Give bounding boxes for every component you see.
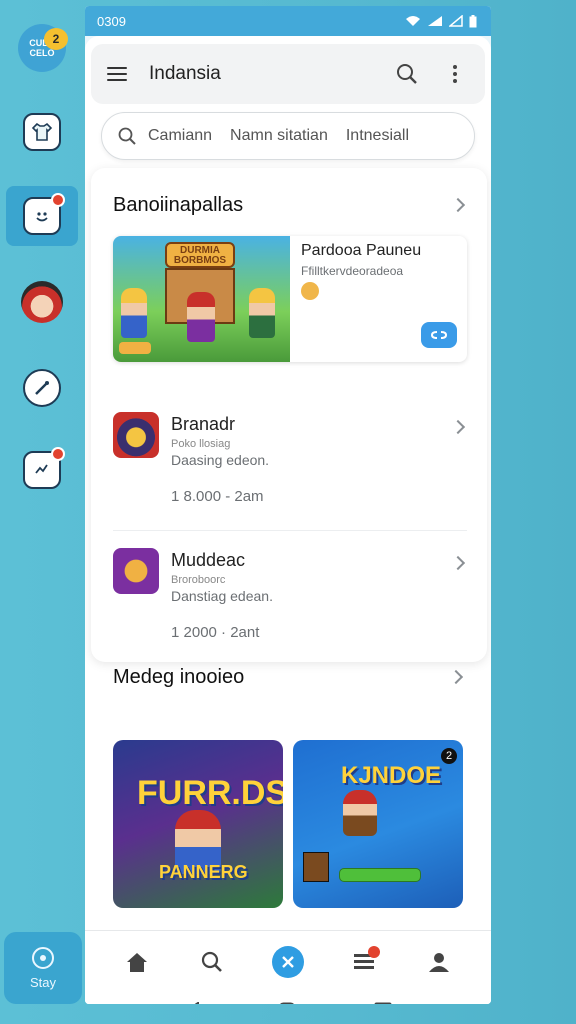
status-bar: 0309 <box>85 6 491 36</box>
rail-item-store[interactable] <box>6 102 78 162</box>
app-content: Indansia Camiann Namn sitatian Intnesial… <box>85 36 491 1004</box>
list-item-time: 1 8.000 - 2am <box>171 488 264 505</box>
list-item-description: Danstiag edean. <box>171 588 273 604</box>
featured-subtitle: Ffilltkervdeoradeoa <box>301 264 404 278</box>
game-thumbnail <box>113 412 159 458</box>
featured-title: Pardooa Pauneu <box>301 242 422 259</box>
section-title: Banoiinapallas <box>113 194 244 216</box>
chevron-right-icon[interactable] <box>450 419 466 435</box>
page-title: Indansia <box>149 63 221 84</box>
featured-game-art: DURMIA BORBMOS <box>113 236 290 362</box>
featured-rating-icon <box>301 282 319 300</box>
game-character <box>121 288 147 338</box>
signal-icon <box>428 16 442 26</box>
featured-game-card[interactable]: DURMIA BORBMOS Pardooa Pauneu Ffilltkerv… <box>113 236 467 362</box>
game-tile-title: KJNDOE <box>341 762 442 789</box>
chevron-right-icon[interactable] <box>450 197 466 213</box>
close-nav-button[interactable] <box>268 942 308 982</box>
list-item-time: 1 2000 · 2ant <box>171 624 260 641</box>
chevron-right-icon[interactable] <box>450 555 466 571</box>
game-tile[interactable]: FURR.DS PANNERG <box>113 740 283 908</box>
left-rail: CULO CELO 2 Stay <box>0 0 84 1024</box>
search-placeholder[interactable]: Camiann <box>148 127 212 145</box>
link-icon <box>431 331 447 339</box>
rail-item-tools[interactable] <box>6 358 78 418</box>
recents-icon[interactable] <box>374 1002 392 1004</box>
pen-icon <box>23 369 61 407</box>
search-nav-icon[interactable] <box>192 942 232 982</box>
list-item-title: Muddeac <box>171 550 246 570</box>
rail-item-games[interactable] <box>6 440 78 500</box>
more-vert-icon[interactable] <box>441 60 469 88</box>
list-badge <box>367 945 380 958</box>
status-time: 0309 <box>97 13 126 29</box>
list-item-description: Daasing edeon. <box>171 452 270 468</box>
radio-icon <box>32 946 54 969</box>
bottom-nav <box>85 930 491 992</box>
close-icon <box>271 945 304 978</box>
wifi-icon <box>406 16 420 26</box>
list-item-meta: Broroboorc <box>171 574 226 586</box>
system-nav <box>85 992 491 1004</box>
game-tile[interactable]: KJNDOE 2 <box>293 740 463 908</box>
rail-item-profile[interactable] <box>6 272 78 332</box>
game-character <box>249 288 275 338</box>
profile-icon[interactable] <box>419 942 459 982</box>
game-tile-badge: 2 <box>441 748 457 764</box>
game-sign: DURMIA BORBMOS <box>165 242 235 268</box>
featured-action-button[interactable] <box>421 322 457 348</box>
cellular-icon <box>449 15 463 27</box>
notification-count-badge: 2 <box>44 28 68 50</box>
rail-stay-button[interactable]: Stay <box>4 932 82 1004</box>
phone-screen: 0309 Indansia Camiann Namn sitatian Intn… <box>85 6 491 1004</box>
menu-icon[interactable] <box>107 67 127 81</box>
home-icon[interactable] <box>117 942 157 982</box>
games-badge <box>51 447 65 461</box>
game-tile-subtitle: PANNERG <box>159 862 248 882</box>
chat-badge <box>51 193 65 207</box>
game-character <box>187 292 215 342</box>
avatar-icon <box>21 281 63 323</box>
game-tile-title: FURR.DS <box>137 774 283 812</box>
gamepad-icon <box>23 447 65 489</box>
list-nav-icon[interactable] <box>344 942 384 982</box>
back-icon[interactable] <box>184 1000 200 1004</box>
section-card: Banoiinapallas DURMIA BORBMOS Pardooa Pa… <box>91 168 487 662</box>
search-chip[interactable]: Intnesiall <box>346 127 409 145</box>
game-thumbnail <box>113 548 159 594</box>
game-tile-thumb <box>303 852 329 882</box>
divider <box>113 530 467 531</box>
list-item[interactable]: Muddeac Broroboorc Danstiag edean. 1 200… <box>113 548 467 674</box>
rail-stay-label: Stay <box>29 974 56 990</box>
game-tile-character <box>343 790 377 836</box>
game-tile-play-button[interactable] <box>339 868 421 882</box>
search-icon[interactable] <box>393 60 421 88</box>
smiley-chat-icon <box>23 193 65 235</box>
section-title: Medeg inooieo <box>113 666 245 688</box>
list-item[interactable]: Branadr Poko llosiag Daasing edeon. 1 8.… <box>113 412 467 538</box>
home-system-icon[interactable] <box>278 1002 296 1004</box>
battery-icon <box>469 14 477 27</box>
top-app-bar: Indansia <box>91 44 485 104</box>
search-bar[interactable]: Camiann Namn sitatian Intnesiall <box>101 112 475 160</box>
shirt-icon <box>23 113 61 151</box>
search-chip[interactable]: Namn sitatian <box>230 127 328 145</box>
search-field-icon <box>118 127 136 145</box>
rail-item-chat[interactable] <box>6 186 78 246</box>
list-item-meta: Poko llosiag <box>171 438 231 450</box>
game-chip <box>119 342 151 354</box>
list-item-title: Branadr <box>171 414 236 434</box>
app-area: Indansia Camiann Namn sitatian Intnesial… <box>85 36 491 1004</box>
